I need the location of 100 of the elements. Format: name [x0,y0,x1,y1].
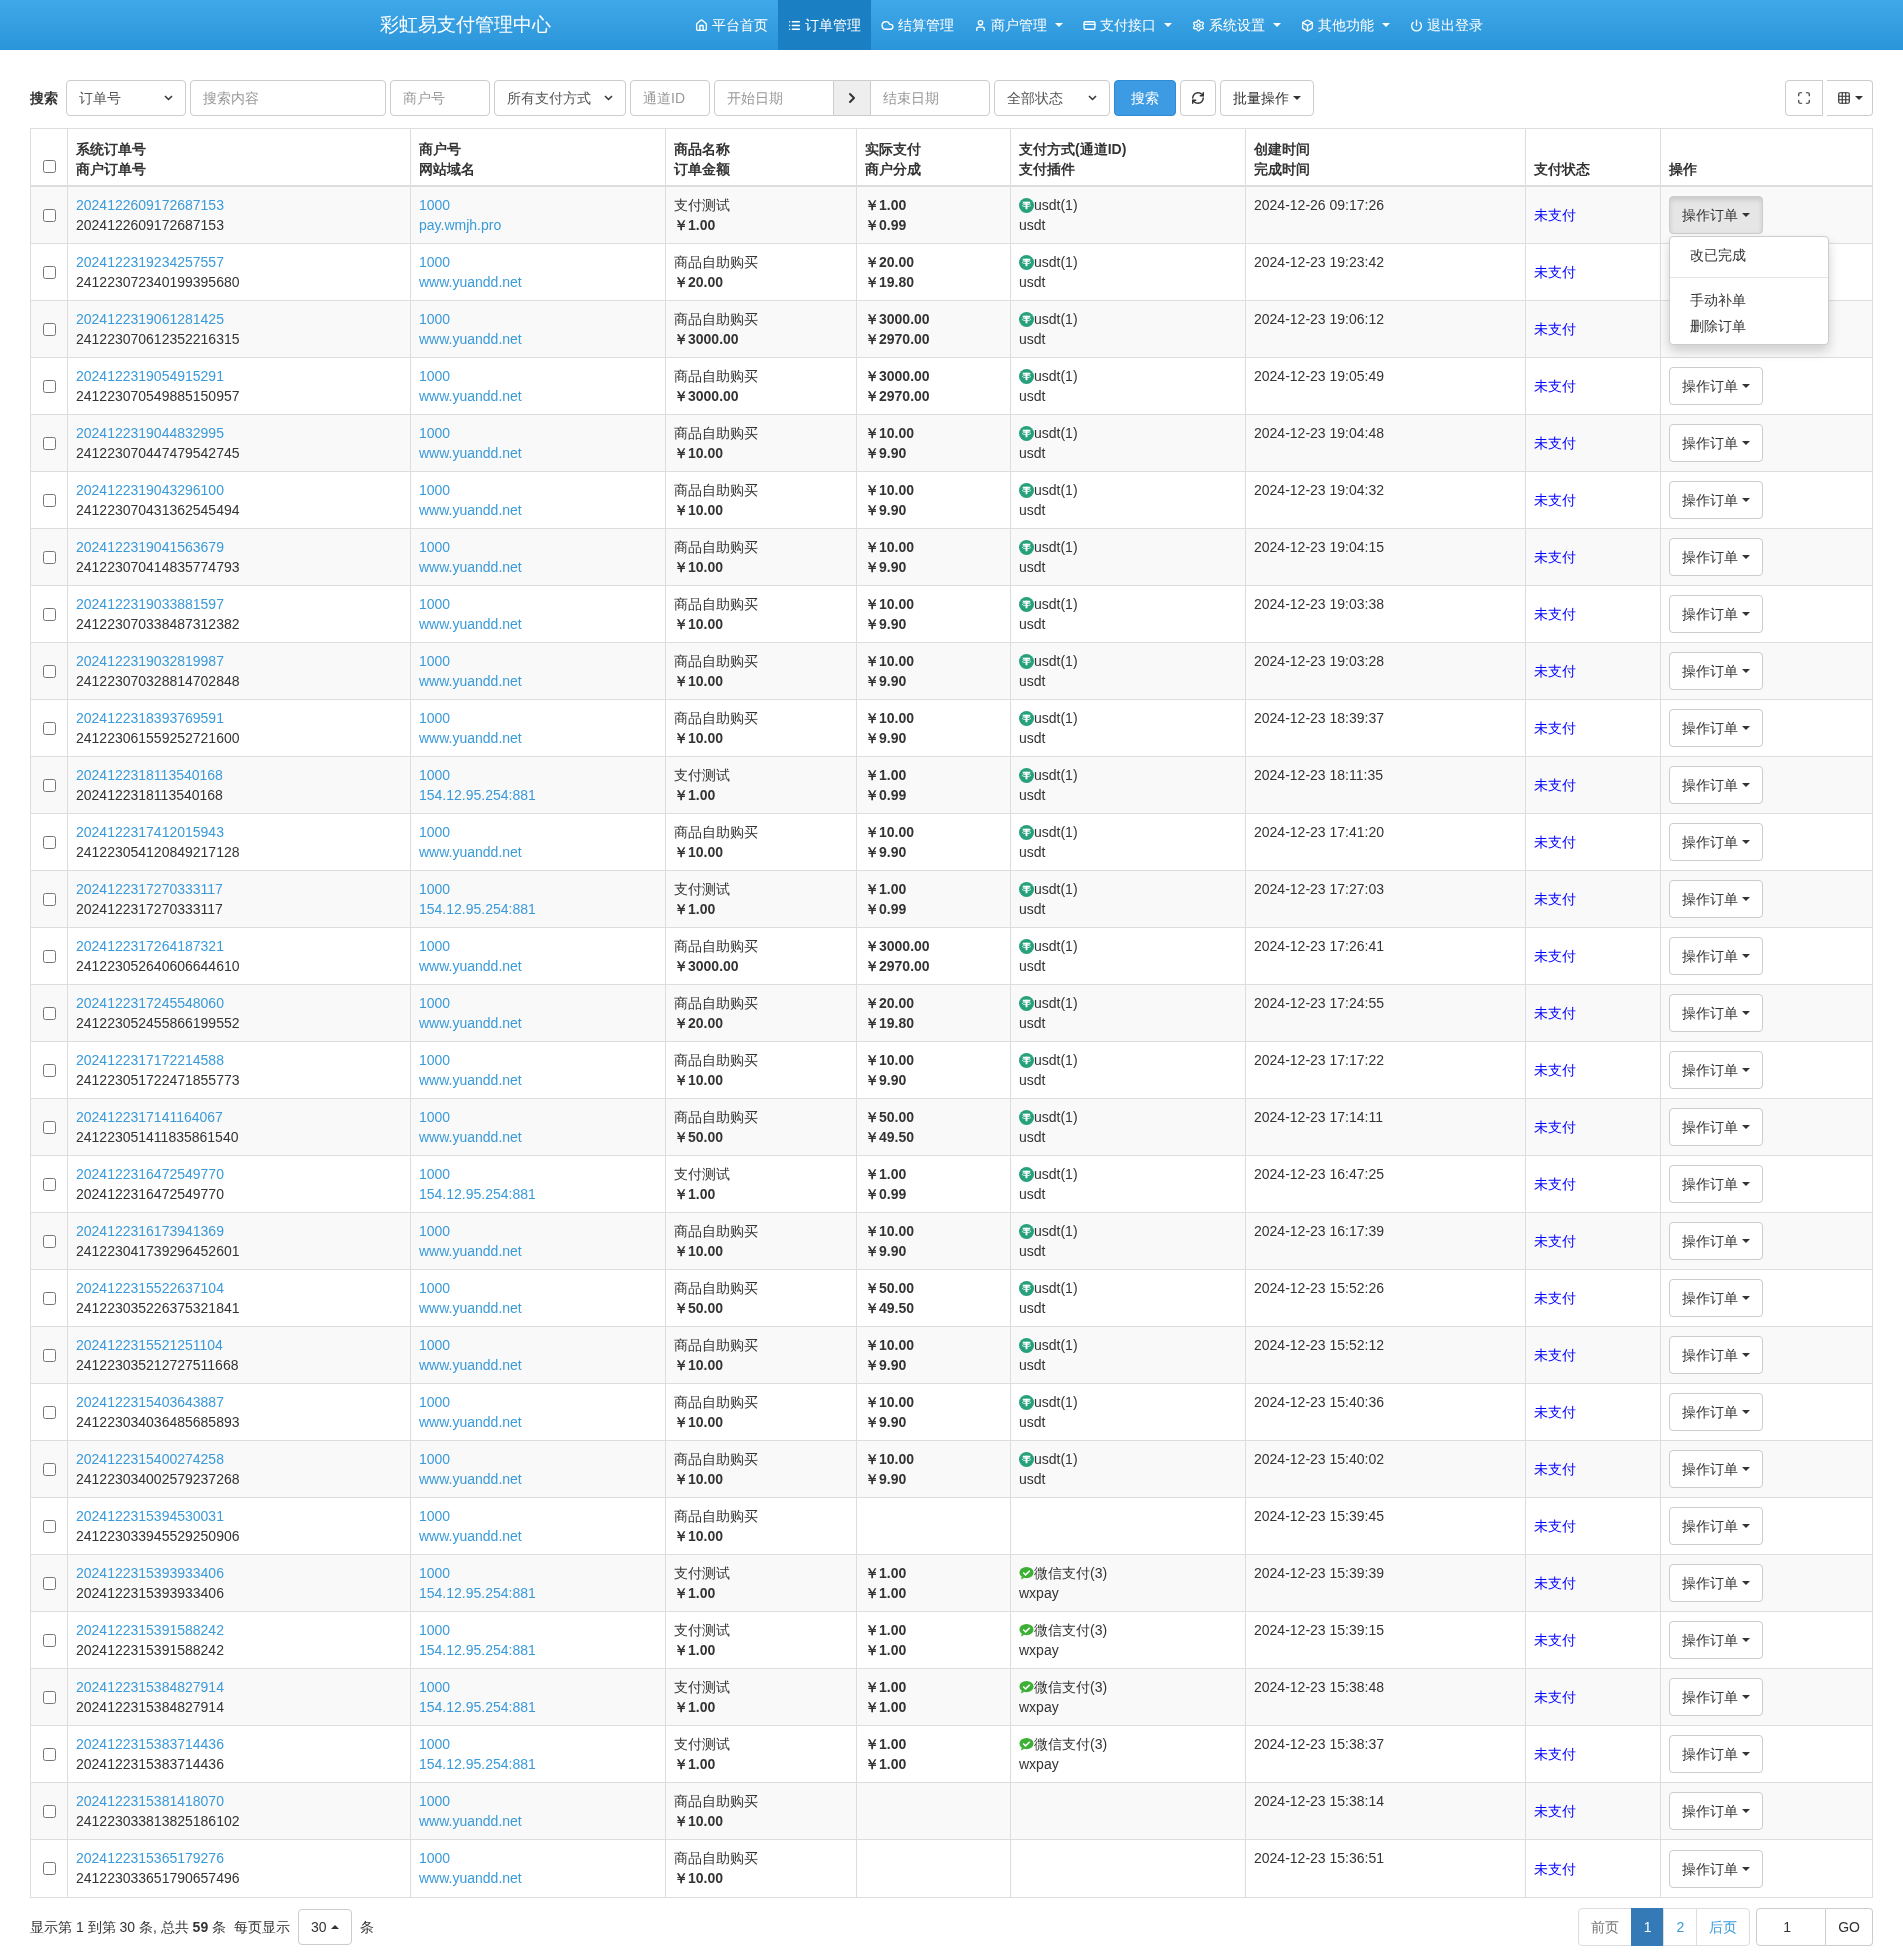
dropdown-menu-item[interactable]: 删除订单 [1670,313,1828,339]
nav-item[interactable]: 系统设置 [1182,0,1291,50]
order-id-link[interactable]: 2024122319043296100 [76,480,224,500]
order-id-link[interactable]: 2024122316472549770 [76,1164,224,1184]
row-checkbox[interactable] [42,208,56,222]
row-checkbox[interactable] [42,835,56,849]
dropdown-menu-item[interactable]: 改已完成 [1670,242,1828,268]
order-id-link[interactable]: 2024122317264187321 [76,936,224,956]
merchant-id-link[interactable]: 1000 [419,879,451,899]
pay-type-select[interactable]: 所有支付方式 [494,80,626,116]
row-checkbox[interactable] [42,436,56,450]
order-action-button[interactable]: 操作订单 [1669,1621,1763,1659]
merchant-id-link[interactable]: 1000 [419,1563,451,1583]
order-action-button[interactable]: 操作订单 [1669,1507,1763,1545]
order-action-button[interactable]: 操作订单 [1669,367,1763,405]
merchant-id-link[interactable]: 1000 [419,1620,451,1640]
merchant-id-link[interactable]: 1000 [419,1164,451,1184]
row-checkbox[interactable] [42,721,56,735]
site-domain-link[interactable]: 154.12.95.254:881 [419,1754,536,1774]
order-id-link[interactable]: 2024122317141164067 [76,1107,223,1127]
nav-item[interactable]: 商户管理 [964,0,1073,50]
row-checkbox[interactable] [42,1063,56,1077]
order-action-button[interactable]: 操作订单 [1669,652,1763,690]
row-checkbox[interactable] [42,322,56,336]
order-id-link[interactable]: 2024122317270333117 [76,879,223,899]
order-action-button[interactable]: 操作订单 [1669,823,1763,861]
order-id-link[interactable]: 2024122317412015943 [76,822,224,842]
order-action-button[interactable]: 操作订单 [1669,709,1763,747]
row-checkbox[interactable] [42,1862,56,1875]
merchant-id-link[interactable]: 1000 [419,423,451,443]
order-action-button[interactable]: 操作订单 [1669,1792,1763,1830]
order-action-button[interactable]: 操作订单 [1669,538,1763,576]
order-action-button[interactable]: 操作订单 [1669,1564,1763,1602]
merchant-id-link[interactable]: 1000 [419,1791,451,1811]
refresh-button[interactable] [1180,80,1216,116]
order-id-link[interactable]: 2024122319041563679 [76,537,224,557]
merchant-id-link[interactable]: 1000 [419,195,451,215]
merchant-id-link[interactable]: 1000 [419,1278,451,1298]
site-domain-link[interactable]: www.yuandd.net [419,671,522,691]
order-id-link[interactable]: 2024122315400274258 [76,1449,224,1469]
order-id-link[interactable]: 2024122315381418070 [76,1791,224,1811]
row-checkbox[interactable] [42,1804,56,1818]
status-select[interactable]: 全部状态 [994,80,1110,116]
search-field[interactable]: 搜索内容 [190,80,386,116]
nav-item[interactable]: 退出登录 [1400,0,1493,50]
start-date-field[interactable]: 开始日期 [714,80,834,116]
site-domain-link[interactable]: pay.wmjh.pro [419,215,502,235]
order-action-button[interactable]: 操作订单 [1669,1108,1763,1146]
site-domain-link[interactable]: www.yuandd.net [419,728,522,748]
row-checkbox[interactable] [42,1405,56,1419]
row-checkbox[interactable] [42,949,56,963]
merchant-id-link[interactable]: 1000 [419,252,451,272]
row-checkbox[interactable] [42,1690,56,1704]
order-id-link[interactable]: 2024122315383714436 [76,1734,224,1754]
order-action-button[interactable]: 操作订单 [1669,766,1763,804]
dropdown-menu-item[interactable]: 手动补单 [1670,287,1828,313]
order-action-button[interactable]: 操作订单 [1669,1165,1763,1203]
merchant-id-link[interactable]: 1000 [419,765,451,785]
merchant-id-link[interactable]: 1000 [419,993,451,1013]
order-id-link[interactable]: 2024122315391588242 [76,1620,224,1640]
row-checkbox[interactable] [42,1462,56,1476]
row-checkbox[interactable] [42,1234,56,1248]
row-checkbox[interactable] [42,1747,56,1761]
order-action-button[interactable]: 操作订单 [1669,1279,1763,1317]
nav-item[interactable]: 订单管理 [778,0,871,50]
order-id-link[interactable]: 2024122319054915291 [76,366,224,386]
order-action-button[interactable]: 操作订单 [1669,595,1763,633]
merchant-field[interactable]: 商户号 [390,80,490,116]
merchant-id-link[interactable]: 1000 [419,594,451,614]
page-link[interactable]: 1 [1630,1908,1665,1946]
order-action-button[interactable]: 操作订单 [1669,880,1763,918]
merchant-id-link[interactable]: 1000 [419,1734,451,1754]
row-checkbox[interactable] [42,1576,56,1590]
site-domain-link[interactable]: www.yuandd.net [419,1412,522,1432]
merchant-id-link[interactable]: 1000 [419,936,451,956]
row-checkbox[interactable] [42,493,56,507]
row-checkbox[interactable] [42,607,56,621]
order-id-link[interactable]: 2024122318113540168 [76,765,223,785]
row-checkbox[interactable] [42,778,56,792]
go-button[interactable]: GO [1826,1908,1873,1946]
page-jump-field[interactable]: 1 [1756,1908,1827,1946]
order-action-button[interactable]: 操作订单 [1669,481,1763,519]
row-checkbox[interactable] [42,1120,56,1134]
order-id-link[interactable]: 2024122315403643887 [76,1392,224,1412]
site-domain-link[interactable]: www.yuandd.net [419,1469,522,1489]
order-id-link[interactable]: 2024122318393769591 [76,708,224,728]
columns-button[interactable] [1827,80,1873,116]
nav-item[interactable]: 结算管理 [871,0,964,50]
order-action-button[interactable]: 操作订单 [1669,424,1763,462]
site-domain-link[interactable]: www.yuandd.net [419,1868,522,1888]
order-action-button[interactable]: 操作订单 [1669,1222,1763,1260]
order-id-link[interactable]: 2024122319032819987 [76,651,224,671]
nav-item[interactable]: 平台首页 [685,0,778,50]
row-checkbox[interactable] [42,1291,56,1305]
merchant-id-link[interactable]: 1000 [419,1221,451,1241]
order-id-link[interactable]: 2024122315521251104 [76,1335,223,1355]
order-action-button[interactable]: 操作订单 [1669,937,1763,975]
site-domain-link[interactable]: www.yuandd.net [419,842,522,862]
site-domain-link[interactable]: www.yuandd.net [419,386,522,406]
site-domain-link[interactable]: 154.12.95.254:881 [419,899,536,919]
